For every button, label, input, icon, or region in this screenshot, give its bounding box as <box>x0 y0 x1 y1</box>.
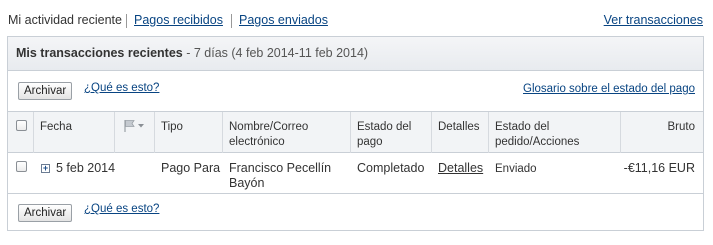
row-checkbox[interactable] <box>16 161 27 172</box>
column-divider <box>33 112 34 153</box>
tab-payments-sent[interactable]: Pagos enviados <box>239 13 328 27</box>
tab-my-recent-activity[interactable]: Mi actividad reciente <box>8 13 122 27</box>
whats-this-link-bottom[interactable]: ¿Qué es esto? <box>84 203 159 215</box>
activity-tabs: Mi actividad reciente Pagos recibidos Pa… <box>8 13 703 31</box>
select-all-checkbox[interactable] <box>16 120 27 131</box>
row-name: Francisco Pecellín Bayón <box>229 161 332 190</box>
header-details: Detalles <box>438 121 480 133</box>
archive-button-top[interactable]: Archivar <box>18 82 73 100</box>
payment-status-glossary-link[interactable]: Glosario sobre el estado del pago <box>523 83 695 95</box>
panel-title-text: Mis transacciones recientes <box>16 46 183 60</box>
view-transactions-link[interactable]: Ver transacciones <box>604 13 703 27</box>
header-type: Tipo <box>161 121 183 133</box>
header-name-email: Nombre/Correo electrónico <box>229 121 309 148</box>
recent-transactions-panel: Mis transacciones recientes - 7 días (4 … <box>7 36 704 231</box>
tab-divider <box>126 14 127 28</box>
plus-icon[interactable]: + <box>41 164 50 173</box>
header-order-status: Estado del pedido/Acciones <box>495 121 580 148</box>
table-row: + 5 feb 2014 Pago Para Francisco Pecellí… <box>8 153 703 194</box>
header-gross[interactable]: Bruto <box>668 120 696 135</box>
column-divider <box>222 112 223 153</box>
panel-title: Mis transacciones recientes - 7 días (4 … <box>16 46 368 60</box>
tab-payments-received[interactable]: Pagos recibidos <box>134 13 223 27</box>
row-payment-status: Completado <box>357 161 425 175</box>
header-date[interactable]: Fecha <box>40 120 72 135</box>
row-type: Pago Para <box>161 161 221 175</box>
panel-date-range: - 7 días (4 feb 2014-11 feb 2014) <box>182 46 369 60</box>
transactions-table: Fecha Tipo Nombre/Correo electrónico Est… <box>8 111 703 194</box>
archive-button-bottom[interactable]: Archivar <box>18 204 73 222</box>
column-divider <box>350 112 351 153</box>
column-divider <box>620 112 621 153</box>
row-date: 5 feb 2014 <box>56 161 116 175</box>
column-divider <box>431 112 432 153</box>
table-header-row: Fecha Tipo Nombre/Correo electrónico Est… <box>8 111 703 153</box>
row-details-link[interactable]: Detalles <box>438 161 483 176</box>
chevron-down-icon <box>138 124 144 128</box>
column-divider <box>154 112 155 153</box>
whats-this-link-top[interactable]: ¿Qué es esto? <box>84 82 159 94</box>
column-divider <box>488 112 489 153</box>
header-payment-status: Estado del pago <box>357 121 412 148</box>
column-divider <box>114 112 115 153</box>
row-order-status: Enviado <box>495 163 537 175</box>
row-gross: -€11,16 EUR <box>623 161 695 175</box>
tab-divider <box>231 14 232 28</box>
panel-header: Mis transacciones recientes - 7 días (4 … <box>8 37 703 71</box>
flag-icon[interactable] <box>122 119 146 136</box>
